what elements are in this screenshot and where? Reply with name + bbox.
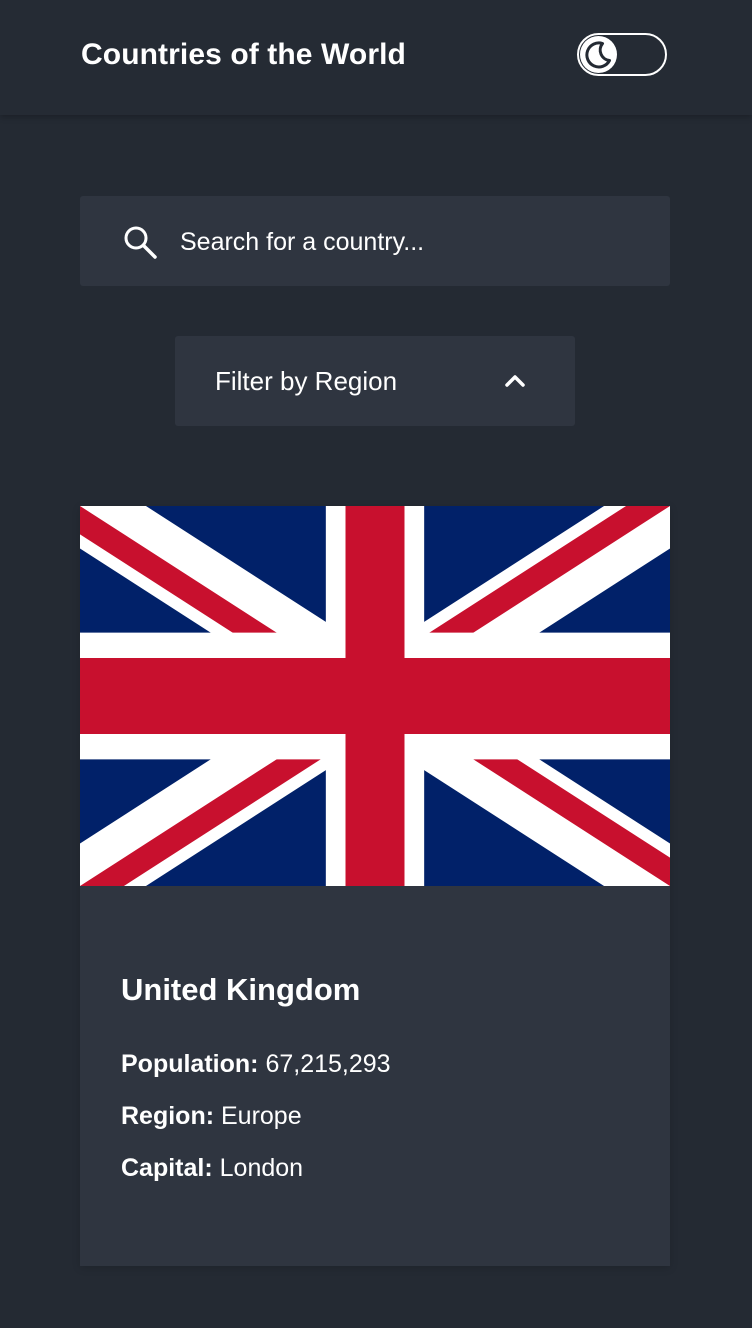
capital-value: London bbox=[219, 1154, 304, 1182]
population-value: 67,215,293 bbox=[265, 1050, 391, 1078]
country-card[interactable]: United Kingdom Population: 67,215,293 Re… bbox=[80, 506, 670, 1266]
chevron-up-icon bbox=[505, 375, 525, 387]
region-label: Region: bbox=[121, 1102, 215, 1130]
population-row: Population: 67,215,293 bbox=[121, 1050, 391, 1079]
region-row: Region: Europe bbox=[121, 1102, 302, 1131]
theme-toggle[interactable] bbox=[577, 33, 667, 76]
search-input[interactable] bbox=[180, 222, 640, 262]
search-icon bbox=[124, 226, 157, 259]
capital-label: Capital: bbox=[121, 1154, 213, 1182]
union-jack-flag bbox=[80, 506, 670, 886]
capital-row: Capital: London bbox=[121, 1154, 303, 1183]
country-name: United Kingdom bbox=[121, 972, 361, 1007]
region-value: Europe bbox=[221, 1102, 302, 1130]
app-title: Countries of the World bbox=[81, 38, 406, 71]
moon-icon bbox=[585, 41, 611, 69]
population-label: Population: bbox=[121, 1050, 259, 1078]
filter-label: Filter by Region bbox=[215, 366, 398, 396]
app-header: Countries of the World bbox=[0, 0, 752, 115]
toggle-knob bbox=[580, 36, 617, 73]
region-filter-dropdown[interactable]: Filter by Region bbox=[175, 336, 575, 426]
